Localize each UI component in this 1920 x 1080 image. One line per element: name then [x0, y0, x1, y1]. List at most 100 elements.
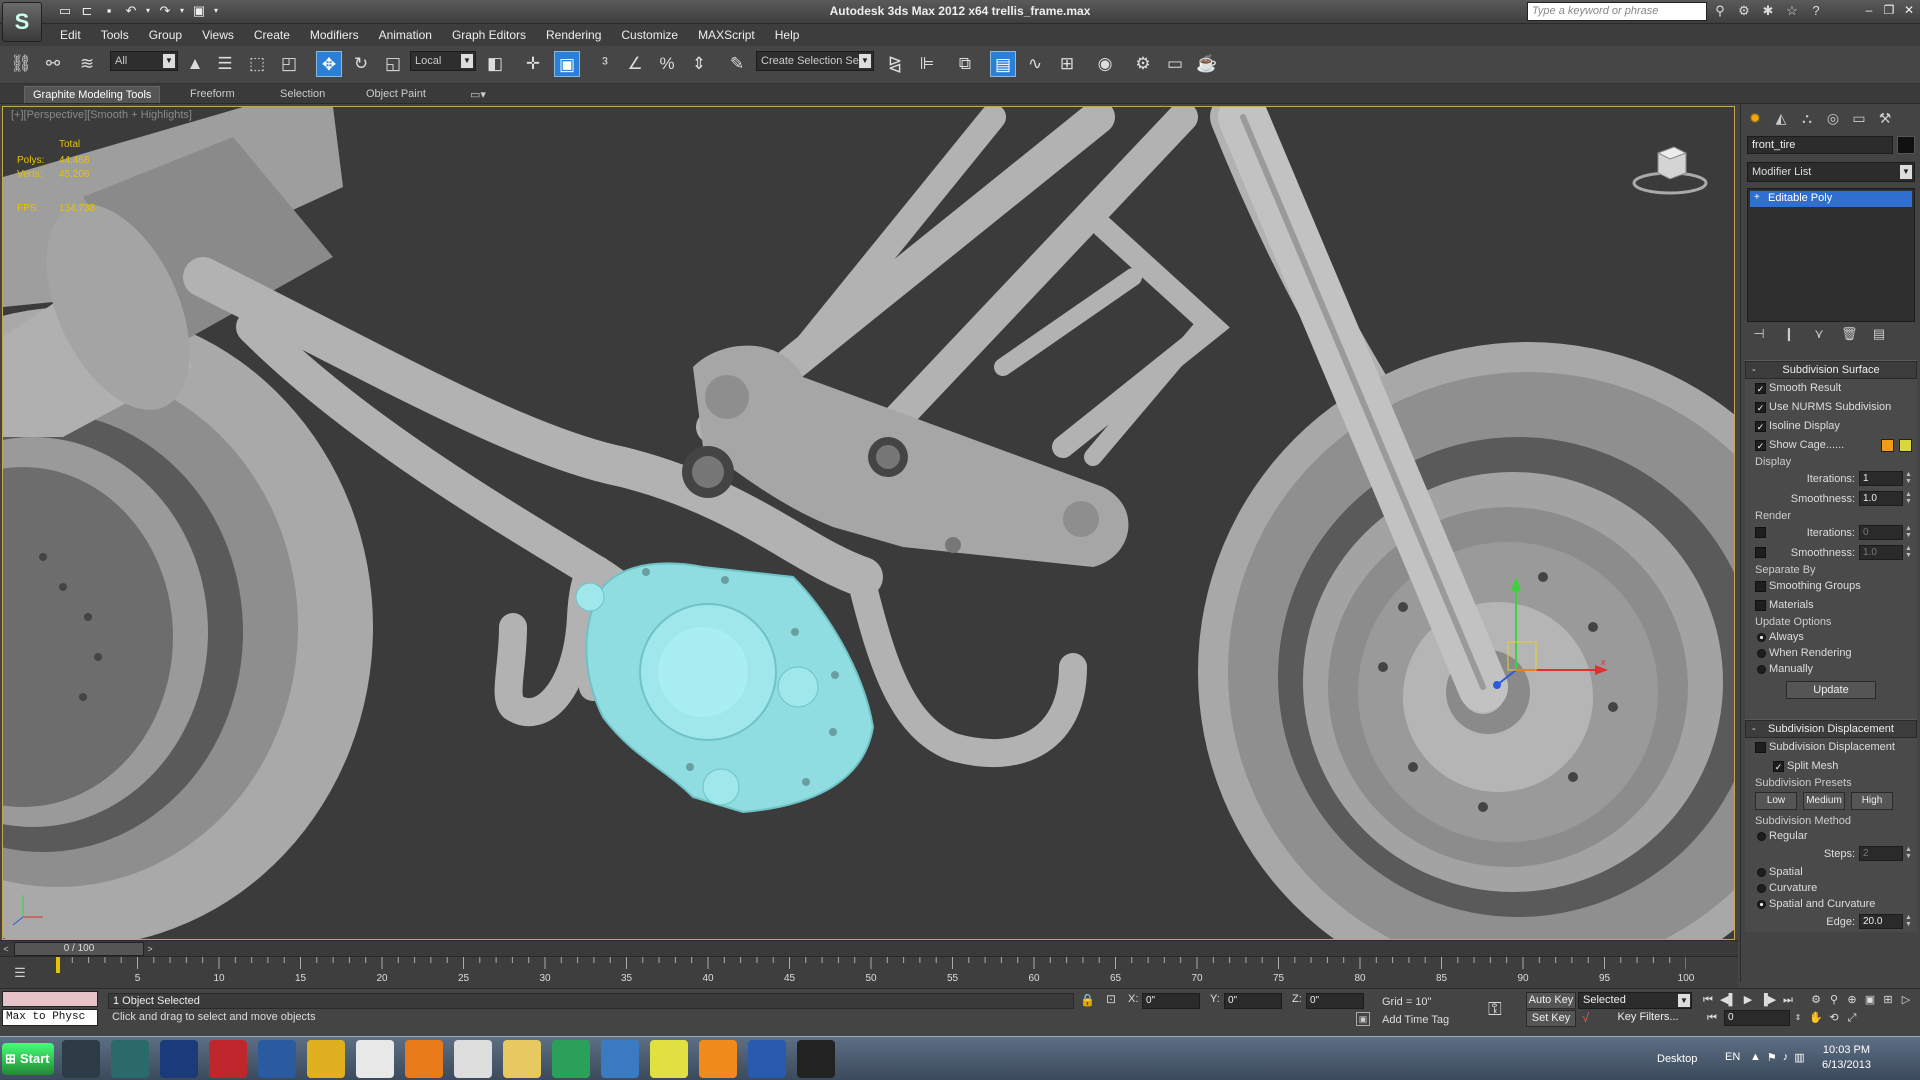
menu-modifiers[interactable]: Modifiers: [300, 28, 369, 42]
curve-editor-icon[interactable]: ∿: [1022, 51, 1048, 77]
object-color-swatch[interactable]: [1897, 136, 1915, 154]
mirror-icon[interactable]: ⧎: [882, 51, 908, 77]
subdivision-surface-header[interactable]: Subdivision Surface: [1745, 361, 1917, 379]
subdivision-displacement-header[interactable]: Subdivision Displacement: [1745, 720, 1917, 738]
spinner-arrows-icon[interactable]: ▲ ▼: [1905, 471, 1913, 486]
window-crossing-icon[interactable]: ◰: [276, 51, 302, 77]
spinner-arrows-icon[interactable]: ⇕: [1790, 1010, 1806, 1026]
subdivision-displacement-checkbox[interactable]: Subdivision Displacement: [1745, 738, 1917, 757]
flag-icon[interactable]: ⚑: [1767, 1051, 1777, 1064]
clock[interactable]: 10:03 PM 6/13/2013: [1822, 1043, 1871, 1073]
spinner-arrows-icon[interactable]: ▲ ▼: [1905, 846, 1913, 861]
edit-named-selection-icon[interactable]: ✎: [724, 51, 750, 77]
exhaust-mufflers[interactable]: [3, 107, 343, 437]
update-button[interactable]: Update: [1786, 681, 1876, 699]
hierarchy-panel-icon[interactable]: ⛬: [1797, 108, 1817, 128]
tab-freeform[interactable]: Freeform: [182, 86, 243, 103]
menu-animation[interactable]: Animation: [369, 28, 442, 42]
layer-manager-icon[interactable]: ⧉: [952, 51, 978, 77]
menu-tools[interactable]: Tools: [91, 28, 139, 42]
pan-view-icon[interactable]: ✋: [1808, 1010, 1824, 1026]
maximize-viewport-icon[interactable]: ⤢: [1844, 1010, 1860, 1026]
menu-rendering[interactable]: Rendering: [536, 28, 611, 42]
ribbon-options-icon[interactable]: ▭▾: [462, 86, 494, 103]
pivot-center-icon[interactable]: ◧: [482, 51, 508, 77]
select-and-link-icon[interactable]: ⛓: [8, 51, 34, 77]
method-regular-radio[interactable]: Regular: [1745, 828, 1917, 844]
field-of-view-icon[interactable]: ▷: [1898, 992, 1914, 1008]
remove-modifier-icon[interactable]: 🗑: [1841, 326, 1858, 342]
bind-space-warp-icon[interactable]: ≋: [74, 51, 100, 77]
use-nurms-checkbox[interactable]: ✓ Use NURMS Subdivision: [1745, 398, 1917, 417]
keyboard-shortcut-override-icon[interactable]: ▣: [554, 51, 580, 77]
smoothing-groups-checkbox[interactable]: Smoothing Groups: [1745, 577, 1917, 596]
rendered-frame-window-icon[interactable]: ▭: [1162, 51, 1188, 77]
method-curvature-radio[interactable]: Curvature: [1745, 880, 1917, 896]
render-production-icon[interactable]: ☕: [1194, 51, 1220, 77]
smooth-result-checkbox[interactable]: ✓ Smooth Result: [1745, 379, 1917, 398]
viewport-label-menu[interactable]: [+][Perspective][Smooth + Highlights]: [11, 109, 192, 121]
current-frame-field[interactable]: 0: [1724, 1010, 1790, 1026]
time-configuration-icon[interactable]: ⚙: [1808, 992, 1824, 1008]
engine-side-cover[interactable]: [575, 562, 875, 814]
preset-low-button[interactable]: Low: [1755, 792, 1797, 810]
maxscript-listener-output[interactable]: Max to Physc: [2, 1009, 98, 1026]
rollout-scroll-area[interactable]: Subdivision Surface ✓Smooth Result ✓Use …: [1745, 360, 1917, 980]
tab-object-paint[interactable]: Object Paint: [358, 86, 434, 103]
zoom-extents-all-icon[interactable]: ⊞: [1880, 992, 1896, 1008]
taskbar-app-pdf-icon[interactable]: [209, 1040, 247, 1078]
menu-group[interactable]: Group: [139, 28, 192, 42]
network-icon[interactable]: ▥: [1794, 1051, 1804, 1064]
absolute-mode-icon[interactable]: ⊡: [1106, 992, 1116, 1006]
key-filters-button[interactable]: Key Filters...: [1604, 1010, 1692, 1027]
modifier-list-dropdown[interactable]: Modifier List ▼: [1747, 162, 1915, 182]
edge-spinner[interactable]: Edge: 20.0 ▲ ▼: [1745, 912, 1917, 932]
display-smoothness-spinner[interactable]: Smoothness: 1.0 ▲ ▼: [1745, 489, 1917, 509]
spinner-snap-icon[interactable]: ⇕: [686, 51, 712, 77]
reference-coordinate-dropdown[interactable]: Local ▼: [410, 51, 476, 71]
key-mode-toggle-icon[interactable]: ⏮: [1704, 1010, 1720, 1026]
select-and-scale-icon[interactable]: ◱: [380, 51, 406, 77]
select-object-icon[interactable]: ▲: [182, 51, 208, 77]
select-by-name-icon[interactable]: ☰: [212, 51, 238, 77]
desktop-toolbar-label[interactable]: Desktop: [1657, 1053, 1697, 1065]
method-spatial-and-curvature-radio[interactable]: Spatial and Curvature: [1745, 896, 1917, 912]
preset-high-button[interactable]: High: [1851, 792, 1893, 810]
next-key-icon[interactable]: ▐▶: [1760, 992, 1776, 1008]
create-panel-icon[interactable]: ✹: [1745, 108, 1765, 128]
spinner-arrows-icon[interactable]: ▲ ▼: [1905, 914, 1913, 929]
taskbar-app-utorrent-icon[interactable]: [552, 1040, 590, 1078]
perspective-viewport[interactable]: x [+][Perspective][Smooth + Highlights] …: [2, 106, 1735, 940]
binoculars-icon[interactable]: ⚲: [1712, 3, 1728, 19]
material-editor-icon[interactable]: ◉: [1092, 51, 1118, 77]
set-keys-key-icon[interactable]: ⚿: [1488, 999, 1502, 1020]
taskbar-app-alien-icon[interactable]: [454, 1040, 492, 1078]
menu-customize[interactable]: Customize: [611, 28, 688, 42]
update-when-rendering-radio[interactable]: When Rendering: [1745, 645, 1917, 661]
application-menu-button[interactable]: S: [2, 2, 42, 42]
auto-key-button[interactable]: Auto Key: [1526, 992, 1576, 1009]
render-iterations-spinner[interactable]: Iterations: 0 ▲ ▼: [1745, 523, 1917, 543]
checkbox-unchecked-icon[interactable]: [1755, 527, 1766, 538]
tab-graphite-modeling-tools[interactable]: Graphite Modeling Tools: [24, 86, 161, 103]
select-and-rotate-icon[interactable]: ↻: [348, 51, 374, 77]
taskbar-app-picasa-icon[interactable]: [650, 1040, 688, 1078]
taskbar-app-media-icon[interactable]: [699, 1040, 737, 1078]
snaps-toggle-icon[interactable]: ³: [592, 51, 618, 77]
pin-stack-icon[interactable]: ⊣: [1751, 326, 1767, 342]
unlink-icon[interactable]: ⚯: [40, 51, 66, 77]
set-key-button[interactable]: Set Key: [1526, 1010, 1576, 1027]
cage-selection-color-swatch[interactable]: [1899, 439, 1912, 452]
method-spatial-radio[interactable]: Spatial: [1745, 864, 1917, 880]
time-tag-icon[interactable]: ▣: [1356, 1012, 1370, 1026]
steps-spinner[interactable]: Steps: 2 ▲ ▼: [1745, 844, 1917, 864]
selection-lock-icon[interactable]: 🔒: [1080, 993, 1095, 1007]
track-bar[interactable]: ☰ 5 10 15 20 25 30 35 40 45 50 55 60 65 70 75 80 85 90 95 1…: [0, 956, 1738, 988]
menu-maxscript[interactable]: MAXScript: [688, 28, 765, 42]
zoom-icon[interactable]: ⚲: [1826, 992, 1842, 1008]
preset-medium-button[interactable]: Medium: [1803, 792, 1845, 810]
menu-edit[interactable]: Edit: [50, 28, 91, 42]
graphite-ribbon-toggle-icon[interactable]: ▤: [990, 51, 1016, 77]
menu-help[interactable]: Help: [765, 28, 810, 42]
spinner-arrows-icon[interactable]: ▲ ▼: [1905, 525, 1913, 540]
